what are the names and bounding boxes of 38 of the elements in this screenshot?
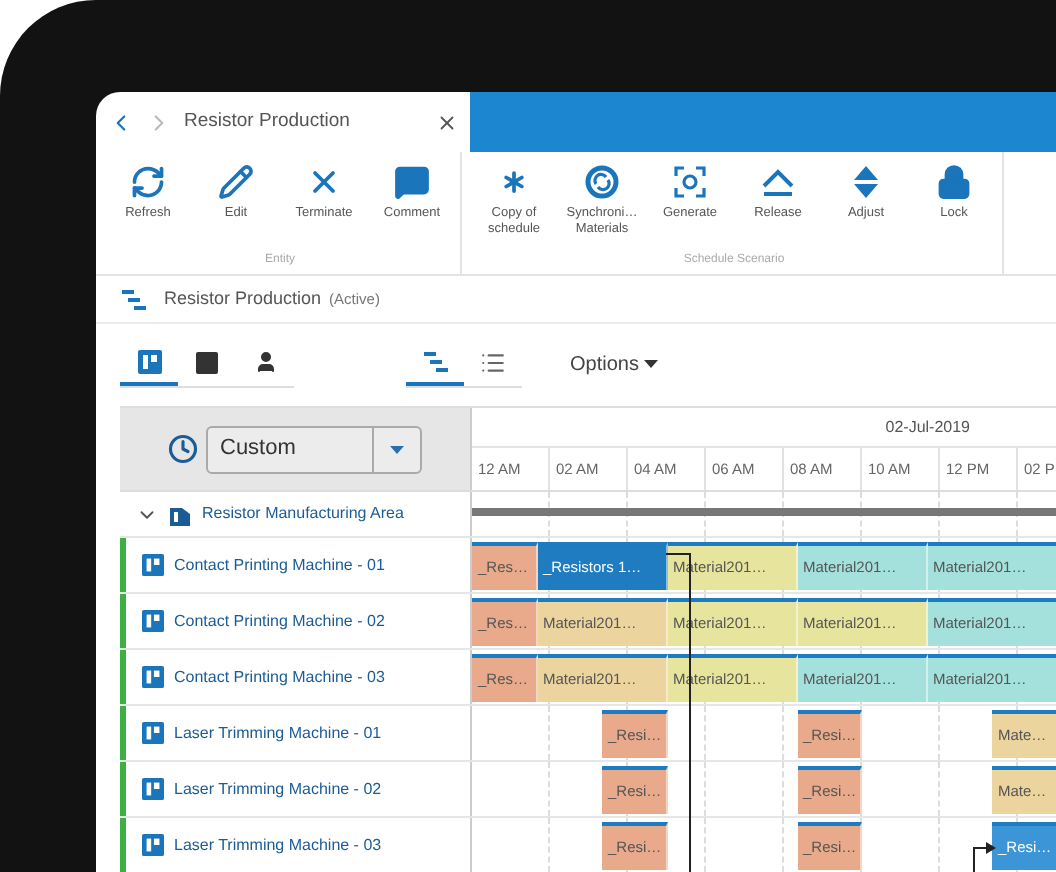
options-menu[interactable]: Options xyxy=(570,350,659,380)
resource-name[interactable]: Contact Printing Machine - 01 xyxy=(174,553,385,577)
pencil-icon xyxy=(218,164,254,200)
caret-icon xyxy=(644,360,659,370)
square-icon xyxy=(196,351,218,373)
lock-icon xyxy=(936,164,972,200)
machine-icon xyxy=(142,666,164,688)
gantt-icon xyxy=(120,287,148,311)
machine-icon xyxy=(142,834,164,856)
comment-icon xyxy=(394,164,430,200)
tab-title: Resistor Production xyxy=(184,107,352,136)
resource-name[interactable]: Laser Trimming Machine - 03 xyxy=(174,833,382,857)
eject-icon xyxy=(760,164,796,200)
close-icon[interactable] xyxy=(436,111,458,133)
person-icon xyxy=(253,350,277,374)
gantt-icon xyxy=(421,350,449,374)
caret-icon xyxy=(390,445,404,453)
resource-name[interactable]: Contact Printing Machine - 03 xyxy=(174,665,385,689)
list-icon xyxy=(480,349,506,375)
machine-icon xyxy=(142,610,164,632)
sync-icon xyxy=(584,164,620,200)
generate-icon xyxy=(672,164,708,200)
board-icon xyxy=(137,350,161,374)
resource-name[interactable]: Laser Trimming Machine - 02 xyxy=(174,777,382,801)
machine-icon xyxy=(142,722,164,744)
up-down-icon xyxy=(848,164,884,200)
group-name: Resistor Manufacturing Area xyxy=(202,502,404,526)
schedule-title: Resistor Production xyxy=(164,285,322,312)
range-dropdown[interactable]: Custom xyxy=(206,425,422,473)
dependency-arrow xyxy=(973,842,996,872)
machine-icon xyxy=(142,554,164,576)
clock-icon xyxy=(168,434,198,464)
date-label: 02-Jul-2019 xyxy=(885,415,970,439)
resource-name[interactable]: Laser Trimming Machine - 01 xyxy=(174,721,382,745)
machine-icon xyxy=(142,778,164,800)
resource-name[interactable]: Contact Printing Machine - 02 xyxy=(174,609,385,633)
refresh-icon xyxy=(130,164,166,200)
area-icon xyxy=(170,503,190,525)
